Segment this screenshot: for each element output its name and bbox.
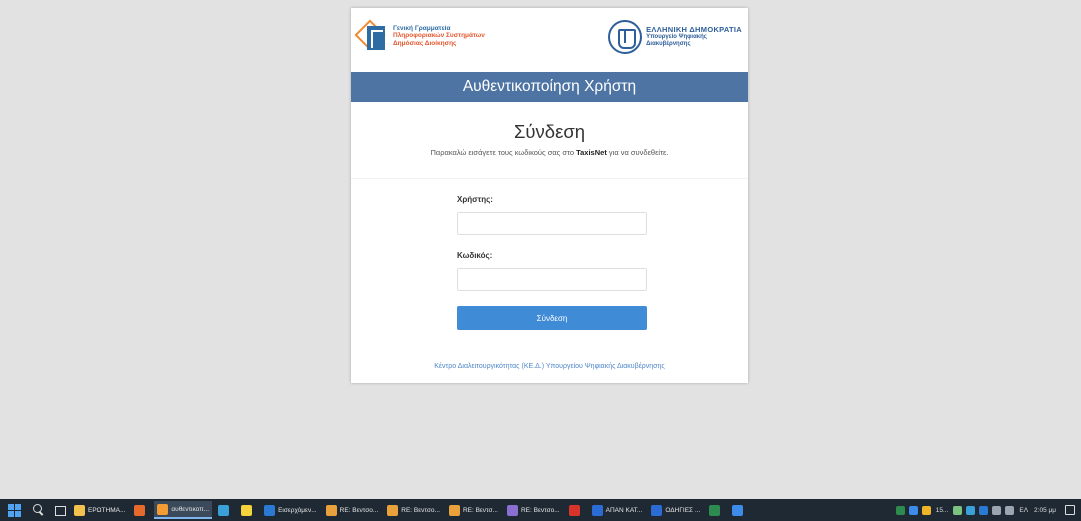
excel-icon	[709, 504, 721, 516]
username-input[interactable]	[457, 212, 647, 235]
gsis-logo: Γενική Γραμματεία Πληροφοριακών Συστημάτ…	[354, 19, 485, 52]
tray-app-icon[interactable]	[979, 505, 989, 515]
login-form: Χρήστης: Κωδικός: Σύνδεση	[457, 194, 648, 330]
taskbar-app[interactable]: ΟΔΗΓΙΕΣ ...	[648, 501, 703, 519]
taskbar-app-label: RE: Βεντσο...	[520, 506, 560, 514]
weather-icon[interactable]	[921, 505, 931, 515]
login-heading-area: Σύνδεση Παρακαλώ εισάγετε τους κωδικούς …	[351, 102, 748, 179]
login-heading: Σύνδεση	[513, 121, 586, 142]
tray-app-icon[interactable]	[895, 505, 905, 515]
page-title: Αυθεντικοποίηση Χρήστη	[351, 72, 748, 102]
password-label: Κωδικός:	[457, 251, 493, 260]
word-icon	[591, 504, 603, 516]
instructions-taxisnet: TaxisNet	[576, 148, 607, 157]
taskbar-app[interactable]	[131, 501, 151, 519]
instructions-post: για να συνδεθείτε.	[606, 148, 669, 157]
pen-icon	[241, 504, 253, 516]
browser-icon	[157, 503, 169, 515]
network-icon[interactable]	[992, 505, 1002, 515]
taskbar-app[interactable]	[729, 501, 749, 519]
password-input[interactable]	[457, 268, 647, 291]
taskbar-app-label: αυθεντικοπ...	[171, 505, 210, 513]
gsis-logo-line3: Δημόσιας Διοίκησης	[393, 39, 457, 47]
footer-link[interactable]: Κέντρο Διαλειτουργικότητας (ΚΕ.Δ.) Υπουρ…	[351, 363, 748, 370]
taskbar-app-label: RE: Βεντσ...	[462, 506, 498, 514]
taskbar-app-label: ΟΔΗΓΙΕΣ ...	[665, 506, 701, 514]
mail-icon	[448, 504, 460, 516]
task-view-icon[interactable]	[53, 503, 67, 517]
keyboard-language[interactable]: ΕΛ	[1019, 507, 1028, 514]
taskbar-app[interactable]: ΑΠΑΝ ΚΑΤ...	[589, 501, 646, 519]
outlook-icon	[264, 504, 276, 516]
tray-app-icon[interactable]	[966, 505, 976, 515]
mail-icon	[387, 504, 399, 516]
taskbar-app[interactable]: Εισερχόμεν...	[261, 501, 320, 519]
taskbar-app[interactable]: ΕΡΩΤΗΜΑ...	[71, 501, 128, 519]
tray-app-icon[interactable]	[953, 505, 963, 515]
taskbar-app-label: ΑΠΑΝ ΚΑΤ...	[605, 506, 643, 514]
username-label: Χρήστης:	[457, 195, 493, 204]
firefox-icon	[134, 504, 146, 516]
taskbar-app[interactable]	[215, 501, 235, 519]
taskbar-app[interactable]: RE: Βεντσο...	[323, 501, 382, 519]
acrobat-icon	[568, 504, 580, 516]
taskbar-app[interactable]: RE: Βεντσ...	[446, 501, 501, 519]
gsis-logo-icon	[354, 19, 389, 52]
login-button[interactable]: Σύνδεση	[457, 306, 647, 330]
windows-start-icon[interactable]	[8, 503, 21, 517]
ministry-logo: ΕΛΛΗΝΙΚΗ ΔΗΜΟΚΡΑΤΙΑ Υπουργείο Ψηφιακής Δ…	[608, 20, 742, 54]
edge-icon	[218, 504, 230, 516]
clock[interactable]: 2:05 μμ	[1034, 507, 1056, 514]
mail-icon	[325, 504, 337, 516]
taskbar-app[interactable]	[566, 501, 586, 519]
ministry-logo-line2: Υπουργείο Ψηφιακής	[646, 34, 707, 40]
gsis-logo-text: Γενική Γραμματεία Πληροφοριακών Συστημάτ…	[393, 25, 485, 48]
notification-icon[interactable]	[1065, 505, 1075, 515]
word-icon	[651, 504, 663, 516]
login-card: Γενική Γραμματεία Πληροφοριακών Συστημάτ…	[351, 8, 748, 383]
taskbar-app[interactable]: αυθεντικοπ...	[154, 501, 213, 519]
taskbar-apps: ΕΡΩΤΗΜΑ... αυθεντικοπ... Εισερχόμεν... RE: …	[71, 501, 752, 519]
instructions-pre: Παρακαλώ εισάγετε τους κωδικούς σας στο	[430, 148, 577, 157]
weather-temp[interactable]: 15...	[936, 507, 949, 514]
folder-icon	[74, 504, 85, 516]
taskbar-app[interactable]: RE: Βεντσο...	[384, 501, 443, 519]
taskbar-app-label: RE: Βεντσο...	[339, 506, 379, 514]
system-tray: 15... ΕΛ 2:05 μμ	[894, 505, 1081, 515]
search-icon[interactable]	[31, 503, 45, 517]
taskbar-app-label: Εισερχόμεν...	[278, 506, 317, 514]
volume-icon[interactable]	[1005, 505, 1015, 515]
taskbar: ΕΡΩΤΗΜΑ... αυθεντικοπ... Εισερχόμεν... RE: …	[0, 499, 1081, 521]
gsis-logo-line2: Πληροφοριακών Συστημάτων	[393, 32, 485, 40]
taskbar-app-label: RE: Βεντσο...	[401, 506, 440, 514]
tray-app-icon[interactable]	[908, 505, 918, 515]
taskbar-app-label: ΕΡΩΤΗΜΑ...	[88, 506, 126, 514]
greek-seal-icon	[608, 20, 643, 54]
chrome-icon	[732, 504, 744, 516]
taskbar-app[interactable]: RE: Βεντσο...	[504, 501, 563, 519]
ministry-logo-text: ΕΛΛΗΝΙΚΗ ΔΗΜΟΚΡΑΤΙΑ Υπουργείο Ψηφιακής Δ…	[646, 26, 742, 48]
taskbar-app[interactable]	[706, 501, 726, 519]
login-instructions: Παρακαλώ εισάγετε τους κωδικούς σας στο …	[351, 148, 748, 157]
ministry-logo-line3: Διακυβέρνησης	[646, 41, 691, 47]
taskbar-app[interactable]	[238, 501, 258, 519]
card-header: Γενική Γραμματεία Πληροφοριακών Συστημάτ…	[351, 8, 748, 72]
ministry-logo-line1: ΕΛΛΗΝΙΚΗ ΔΗΜΟΚΡΑΤΙΑ	[646, 25, 742, 34]
mail-icon	[506, 504, 518, 516]
